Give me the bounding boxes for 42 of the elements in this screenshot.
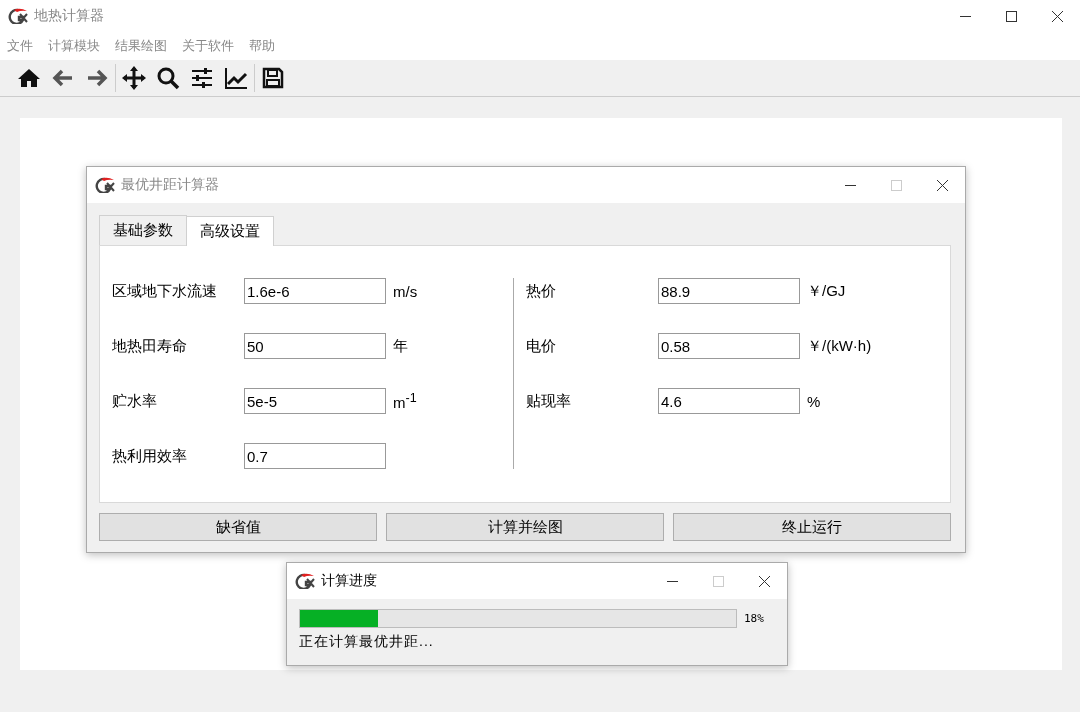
progress-percent: 18%: [744, 612, 764, 625]
window-title: 计算进度: [321, 572, 377, 590]
input-field[interactable]: 1.6e-6: [244, 278, 386, 304]
action-button[interactable]: 缺省值: [99, 513, 377, 541]
action-button[interactable]: 计算并绘图: [386, 513, 664, 541]
app-logo-icon: [95, 177, 115, 193]
app-logo-icon: [8, 8, 28, 24]
unit-label: ￥/GJ: [807, 281, 846, 301]
status-text: 正在计算最优井距...: [299, 633, 435, 651]
close-icon[interactable]: [936, 179, 948, 191]
input-field[interactable]: 88.9: [658, 278, 800, 304]
app-logo-icon: [295, 573, 315, 589]
input-field[interactable]: 4.6: [658, 388, 800, 414]
input-field[interactable]: 5e-5: [244, 388, 386, 414]
menu-item[interactable]: 关于软件: [178, 37, 238, 55]
menu-item[interactable]: 计算模块: [44, 37, 104, 55]
menu-item[interactable]: 结果绘图: [111, 37, 171, 55]
unit-label: m$^{-1}$: [393, 391, 417, 411]
tab[interactable]: 基础参数: [99, 215, 187, 245]
input-field[interactable]: 50: [244, 333, 386, 359]
tab[interactable]: 高级设置: [186, 216, 274, 246]
unit-label: ￥/(kW·h): [807, 336, 872, 356]
input-field[interactable]: 0.58: [658, 333, 800, 359]
maximize-icon[interactable]: [1005, 10, 1017, 22]
unit-label: 年: [393, 336, 408, 356]
field-label: 区域地下水流速: [112, 281, 218, 301]
field-label: 电价: [526, 336, 557, 356]
field-label: 贴现率: [526, 391, 572, 411]
close-icon[interactable]: [1051, 10, 1063, 22]
input-field[interactable]: 0.7: [244, 443, 386, 469]
field-label: 热利用效率: [112, 446, 188, 466]
field-label: 地热田寿命: [112, 336, 188, 356]
window-title: 最优井距计算器: [121, 176, 219, 194]
unit-label: %: [807, 392, 821, 410]
unit-label: m/s: [393, 282, 418, 300]
action-button[interactable]: 终止运行: [673, 513, 951, 541]
window-title: 地热计算器: [34, 7, 104, 25]
menu-item[interactable]: 文件: [3, 37, 37, 55]
menu-item[interactable]: 帮助: [245, 37, 279, 55]
field-label: 贮水率: [112, 391, 158, 411]
field-label: 热价: [526, 281, 557, 301]
close-icon[interactable]: [758, 575, 770, 587]
